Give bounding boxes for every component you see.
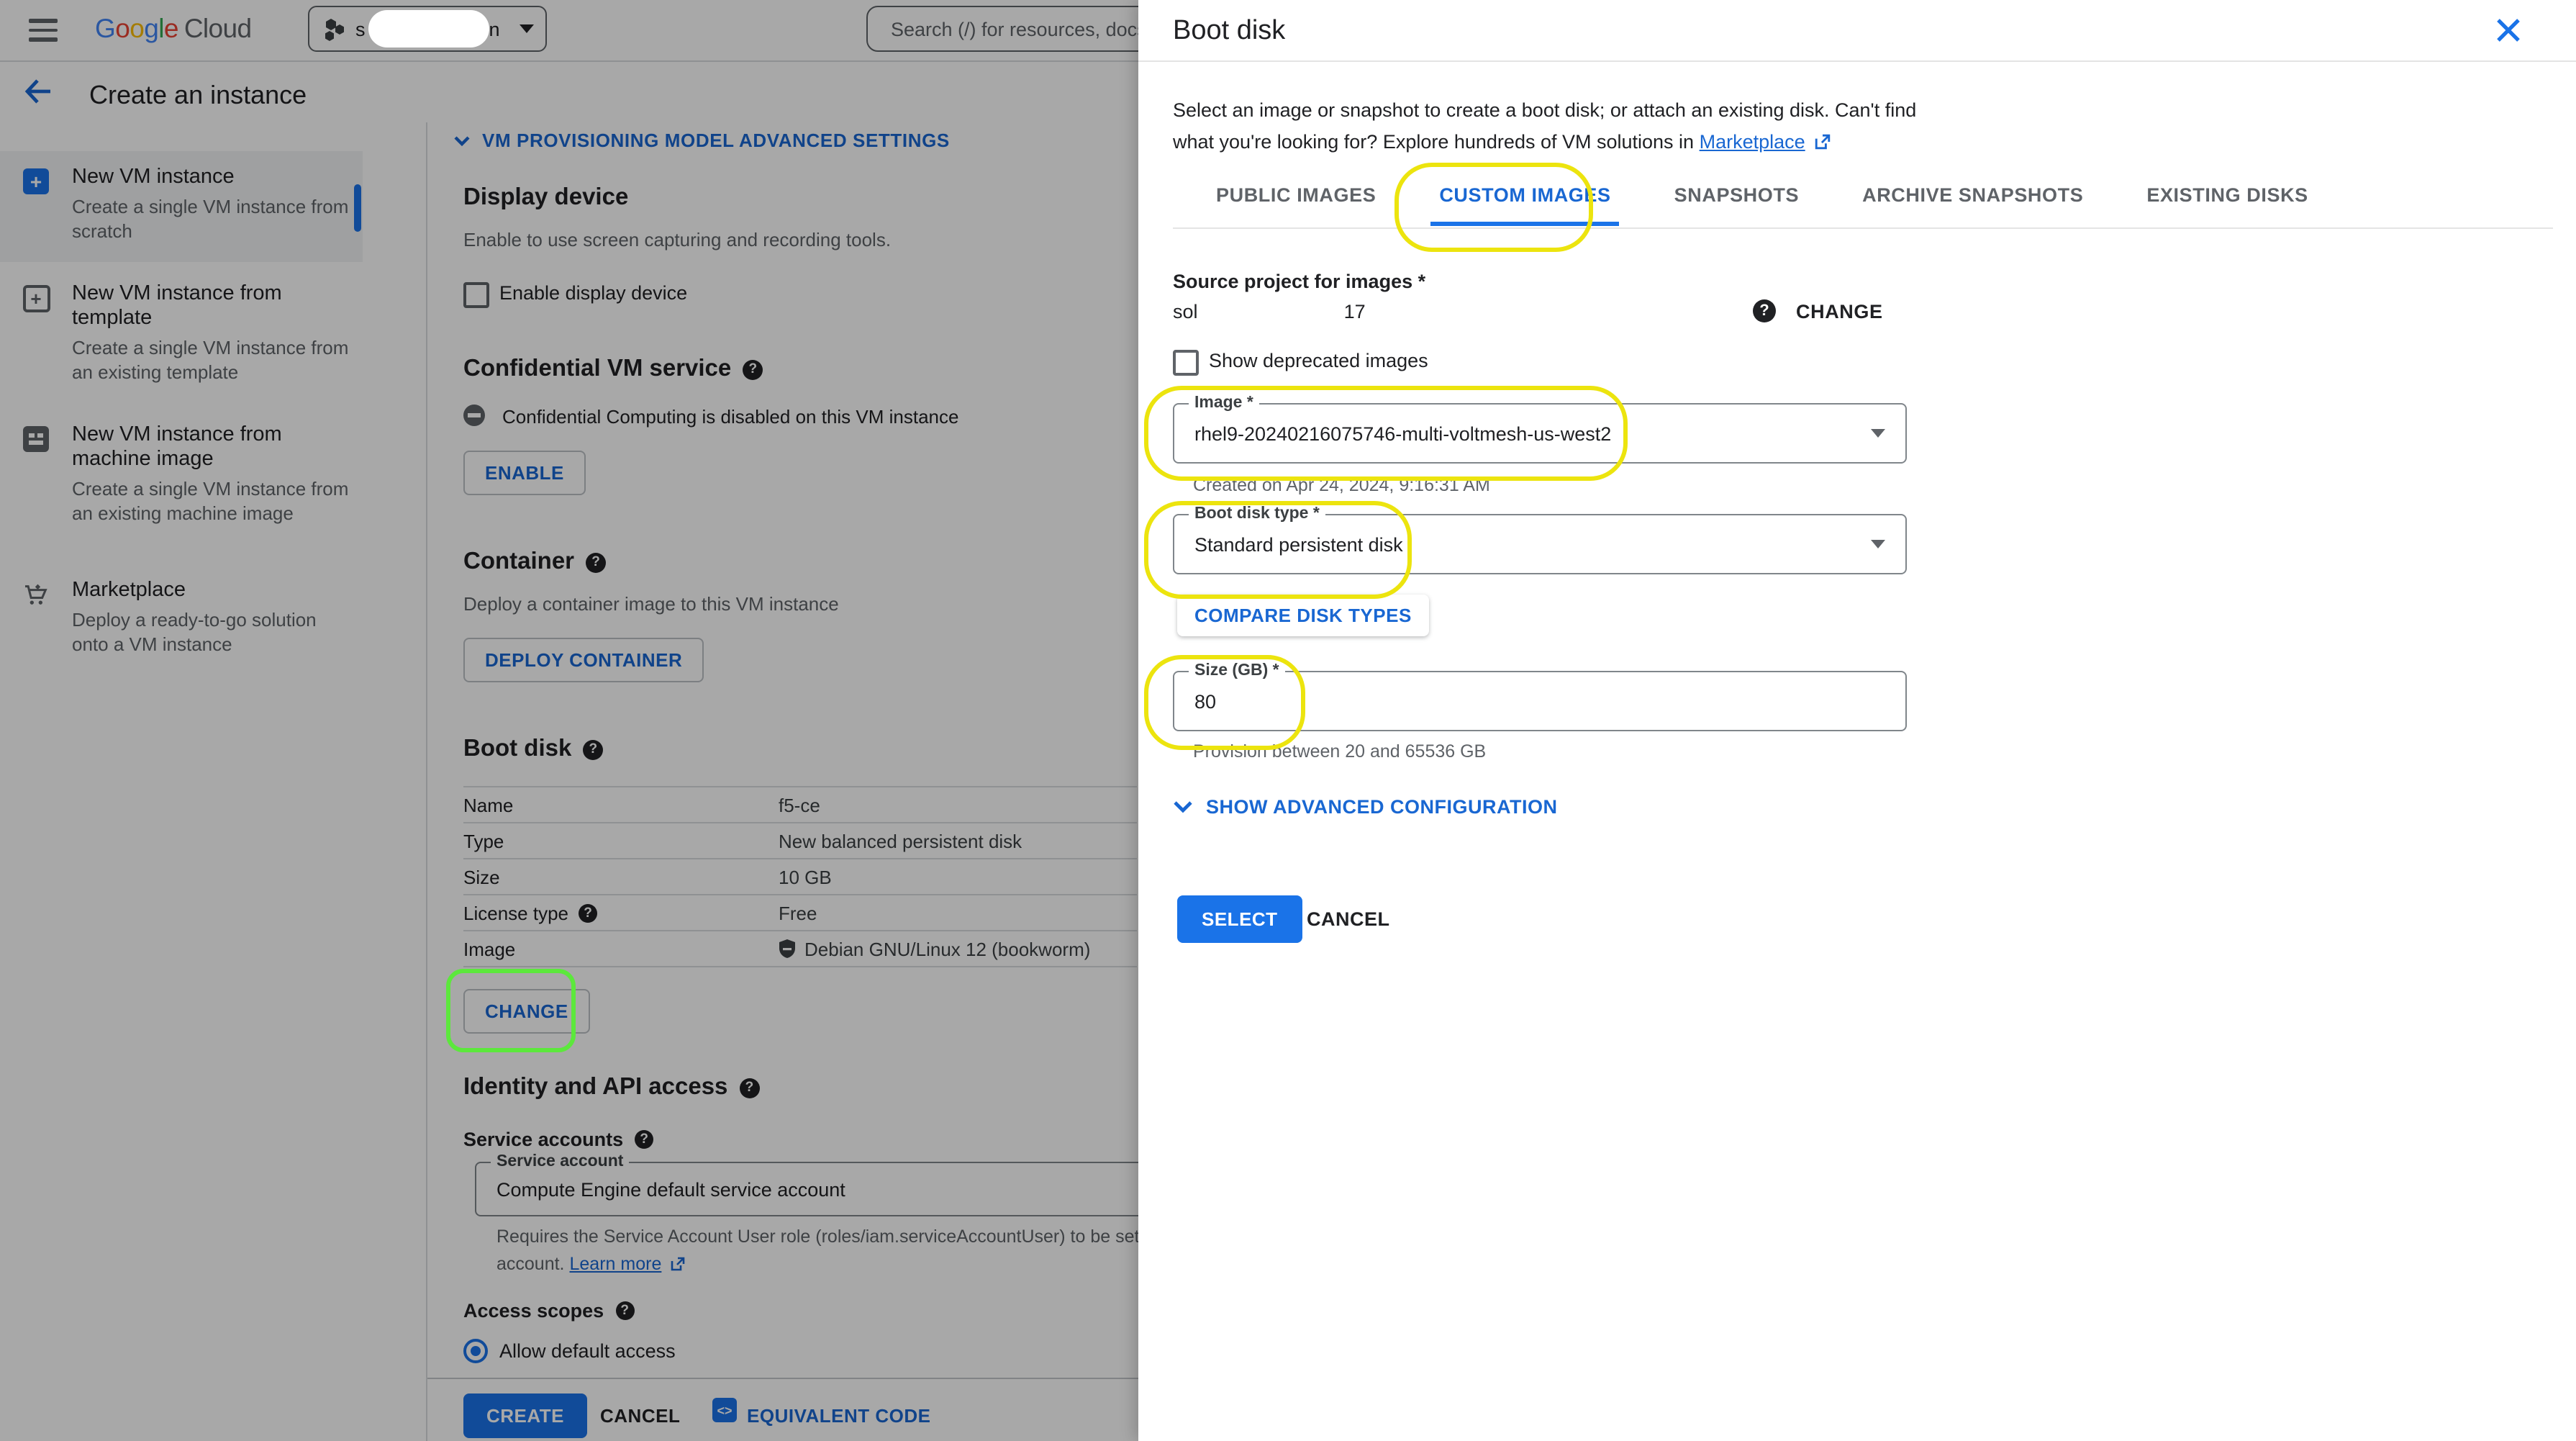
intro-line-2: what you're looking for? Explore hundred… [1173,127,1916,158]
field-value: Standard persistent disk [1194,515,1403,573]
modal-scrim [0,0,1138,1441]
size-helper: Provision between 20 and 65536 GB [1193,741,1486,762]
image-source-tabs: PUBLIC IMAGES CUSTOM IMAGES SNAPSHOTS AR… [1216,184,2308,226]
boot-disk-type-select[interactable]: Boot disk type * Standard persistent dis… [1173,514,1907,574]
dropdown-caret-icon [1871,540,1885,548]
panel-header: Boot disk [1138,0,2576,62]
marketplace-link[interactable]: Marketplace [1700,131,1805,153]
compare-disk-types-button[interactable]: COMPARE DISK TYPES [1177,595,1429,636]
advanced-label: SHOW ADVANCED CONFIGURATION [1206,796,1558,818]
source-project-suffix: 17 [1344,301,1366,322]
help-icon[interactable]: ? [1753,299,1776,322]
panel-intro: Select an image or snapshot to create a … [1173,95,1916,158]
tab-archive-snapshots[interactable]: ARCHIVE SNAPSHOTS [1862,184,2083,226]
panel-title: Boot disk [1173,16,1285,48]
field-value: 80 [1194,672,1216,730]
project-name-redaction [368,10,489,48]
tab-existing-disks[interactable]: EXISTING DISKS [2146,184,2308,226]
show-deprecated-label: Show deprecated images [1209,350,1428,371]
field-value: rhel9-20240216075746-multi-voltmesh-us-w… [1194,405,1611,462]
boot-disk-panel: Boot disk Select an image or snapshot to… [1138,0,2576,1441]
source-project-prefix: sol [1173,301,1198,322]
panel-cancel-button[interactable]: CANCEL [1307,908,1390,930]
intro-line-1: Select an image or snapshot to create a … [1173,95,1916,127]
select-button[interactable]: SELECT [1177,895,1302,943]
external-link-icon [1815,134,1831,150]
image-created-helper: Created on Apr 24, 2024, 9:16:31 AM [1193,475,1490,495]
tab-custom-images[interactable]: CUSTOM IMAGES [1439,184,1610,226]
source-project-change-button[interactable]: CHANGE [1796,301,1883,322]
tab-snapshots[interactable]: SNAPSHOTS [1674,184,1799,226]
size-input[interactable]: Size (GB) * 80 [1173,671,1907,731]
gcp-console: GoogleCloud s n [0,0,2576,1441]
source-project-label: Source project for images * [1173,271,1425,292]
image-select[interactable]: Image * rhel9-20240216075746-multi-voltm… [1173,403,1907,464]
show-advanced-configuration-expander[interactable]: SHOW ADVANCED CONFIGURATION [1173,796,1558,818]
close-icon[interactable] [2493,14,2524,46]
show-deprecated-checkbox[interactable] [1173,350,1199,376]
source-project-value: sol 17 [1173,301,1366,322]
tabs-divider [1173,227,2553,229]
tab-public-images[interactable]: PUBLIC IMAGES [1216,184,1376,226]
dropdown-caret-icon [1871,429,1885,438]
chevron-down-icon [1173,800,1193,813]
change-button-highlight [446,969,576,1052]
